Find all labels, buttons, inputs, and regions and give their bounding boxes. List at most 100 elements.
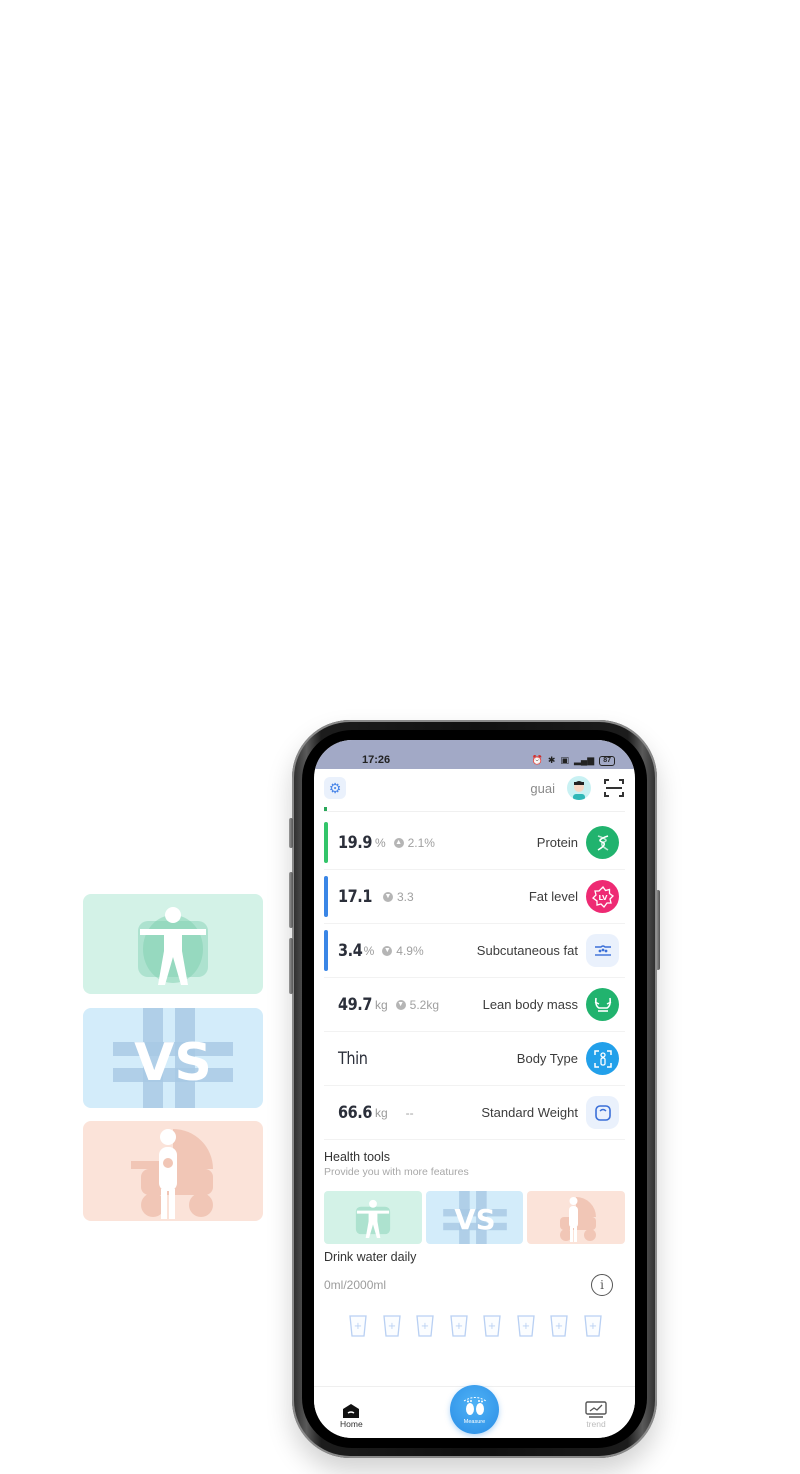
metric-row-fat-level[interactable]: 17.1 ▼ 3.3 Fat level LV <box>324 870 625 924</box>
water-cup-add-button[interactable]: + <box>415 1314 435 1338</box>
status-time: 17:26 <box>362 754 391 766</box>
vs-compare-icon: VS <box>442 1191 507 1244</box>
tab-bar: Home Measure trend <box>314 1385 635 1438</box>
svg-text:+: + <box>589 1321 597 1332</box>
metric-row-subcutaneous-fat[interactable]: 3.4 % ▼ 4.9% Subcutaneous fat <box>324 924 625 978</box>
promo-card-baby[interactable] <box>83 1121 263 1221</box>
gear-icon: ⚙ <box>328 779 342 796</box>
app-screen: 17:26 ⏰ ✱ ▣ ▂▄▆ 87 ⚙ guai 19.9 % ▲ 2.1% … <box>314 740 635 1438</box>
metric-label: Body Type <box>516 1051 578 1066</box>
footprints-icon <box>463 1397 486 1415</box>
tool-vs-compare[interactable]: VS <box>425 1191 524 1244</box>
status-bar-indicator <box>324 876 328 917</box>
svg-text:+: + <box>522 1321 530 1332</box>
water-cup-add-button[interactable]: + <box>482 1314 502 1338</box>
svg-text:+: + <box>421 1321 429 1332</box>
top-bar: ⚙ guai <box>314 769 635 807</box>
metric-row-standard-weight[interactable]: 66.6 kg -- Standard Weight <box>324 1086 625 1140</box>
metric-label: Protein <box>536 835 578 850</box>
svg-text:+: + <box>454 1321 462 1332</box>
username[interactable]: guai <box>530 781 555 796</box>
water-cup-add-button[interactable]: + <box>449 1314 469 1338</box>
body-figure-icon <box>138 907 208 985</box>
promo-card-body[interactable] <box>83 894 263 994</box>
svg-text:+: + <box>354 1321 362 1332</box>
tab-trend[interactable]: trend <box>585 1401 607 1429</box>
tab-home[interactable]: Home <box>340 1403 363 1429</box>
body-figure-icon <box>355 1199 390 1238</box>
phone-frame: 17:26 ⏰ ✱ ▣ ▂▄▆ 87 ⚙ guai 19.9 % ▲ 2.1% … <box>289 720 660 1458</box>
home-icon <box>343 1404 360 1418</box>
svg-text:LV: LV <box>598 894 607 902</box>
metric-unit: kg <box>374 1105 388 1120</box>
power-button <box>656 890 660 970</box>
scan-icon <box>604 779 624 797</box>
water-cup-add-button[interactable]: + <box>516 1314 536 1338</box>
metric-row-protein[interactable]: 19.9 % ▲ 2.1% Protein <box>324 816 625 870</box>
health-tools-section: Health tools Provide you with more featu… <box>314 1140 635 1338</box>
health-tools-subtitle: Provide you with more features <box>324 1166 469 1178</box>
promo-card-vs[interactable]: VS <box>83 1008 263 1108</box>
measure-button[interactable]: Measure <box>450 1385 499 1434</box>
arrow-up-icon: ▲ <box>393 837 404 848</box>
tab-trend-label: trend <box>586 1419 606 1429</box>
metric-label: Standard Weight <box>481 1105 578 1120</box>
water-cup-add-button[interactable]: + <box>583 1314 603 1338</box>
metric-label: Lean body mass <box>482 997 578 1012</box>
mute-switch <box>289 818 293 848</box>
trend-chart-icon <box>585 1401 607 1418</box>
scan-button[interactable] <box>603 778 625 798</box>
svg-text:VS: VS <box>454 1204 495 1236</box>
status-bar-indicator <box>324 930 328 971</box>
metric-value: 49.7 <box>338 994 372 1015</box>
signal-icon: ▂▄▆ <box>573 755 595 765</box>
metric-delta: ▼ 5.2kg <box>395 997 439 1012</box>
alarm-icon: ⏰ <box>531 755 543 765</box>
status-bar: 17:26 ⏰ ✱ ▣ ▂▄▆ 87 <box>314 740 635 769</box>
water-amount: 0ml/2000ml <box>324 1278 387 1292</box>
metric-row-body-type[interactable]: Thin Body Type <box>324 1032 625 1086</box>
lv-badge-icon: LV <box>586 880 619 913</box>
scale-icon <box>586 1096 619 1129</box>
info-icon: i <box>600 1278 604 1292</box>
svg-text:+: + <box>387 1321 395 1332</box>
metric-value: 19.9 <box>338 832 372 853</box>
hd-icon: ▣ <box>560 755 569 765</box>
settings-button[interactable]: ⚙ <box>324 777 346 799</box>
svg-text:+: + <box>488 1321 496 1332</box>
metric-label: Subcutaneous fat <box>476 943 578 958</box>
metric-delta: ▼ 3.3 <box>382 889 414 904</box>
metric-delta: ▼ 4.9% <box>382 943 424 958</box>
status-bar-indicator <box>324 822 328 863</box>
body-type-icon <box>586 1042 619 1075</box>
svg-text:VS: VS <box>134 1033 212 1093</box>
tool-body-figure[interactable] <box>324 1191 422 1244</box>
metric-unit: kg <box>374 997 388 1012</box>
metric-unit: % <box>363 943 375 958</box>
health-tools-title: Health tools <box>324 1150 391 1164</box>
tab-home-label: Home <box>340 1419 363 1429</box>
metric-row-lean-body-mass[interactable]: 49.7 kg ▼ 5.2kg Lean body mass <box>324 978 625 1032</box>
metric-unit: % <box>374 835 386 850</box>
bluetooth-icon: ✱ <box>547 755 556 765</box>
water-cup-add-button[interactable]: + <box>348 1314 368 1338</box>
metric-delta: ▲ 2.1% <box>393 835 435 850</box>
water-cup-add-button[interactable]: + <box>549 1314 569 1338</box>
water-cup-add-button[interactable]: + <box>382 1314 402 1338</box>
svg-text:+: + <box>555 1321 563 1332</box>
water-cups: + + + + + + + + <box>324 1314 625 1338</box>
metric-value: 66.6 <box>338 1102 372 1123</box>
info-button[interactable]: i <box>591 1274 613 1296</box>
metric-delta: -- <box>405 1105 414 1120</box>
measure-label: Measure <box>463 1419 486 1425</box>
health-tools-list: VS <box>324 1191 626 1244</box>
tool-baby-stroller[interactable] <box>527 1191 626 1244</box>
arrow-down-icon: ▼ <box>382 891 393 902</box>
volume-down-button <box>289 938 293 994</box>
vs-compare-icon: VS <box>113 1008 233 1108</box>
water-title: Drink water daily <box>324 1250 417 1264</box>
volume-up-button <box>289 872 293 928</box>
avatar[interactable] <box>567 776 591 800</box>
arrow-down-icon: ▼ <box>395 999 406 1010</box>
metric-value: Thin <box>338 1048 368 1069</box>
